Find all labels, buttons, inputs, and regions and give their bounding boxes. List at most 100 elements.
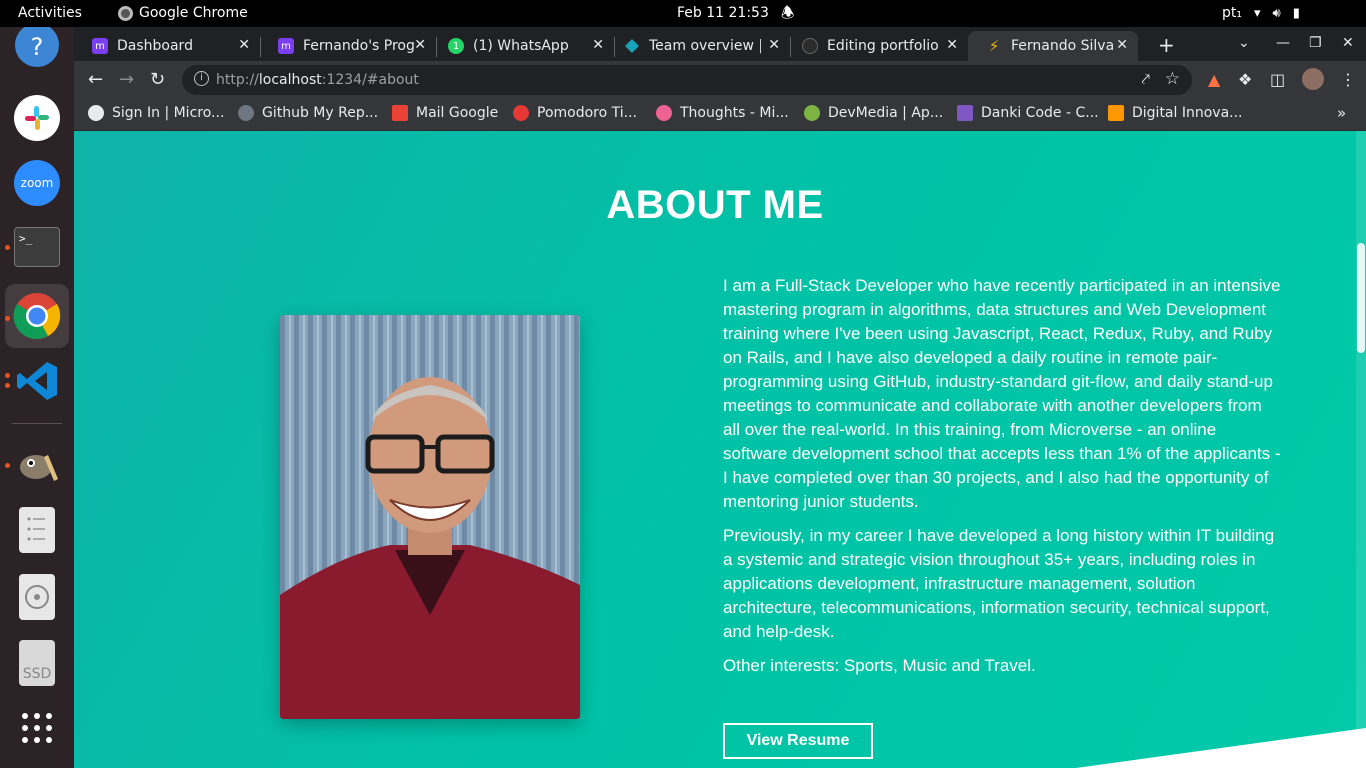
tab-progress[interactable]: m Fernando's Prog ✕ [260,31,436,61]
tab-fernando-silva-active[interactable]: ⚡︎ Fernando Silva | ✕ [968,31,1138,61]
gimp-icon[interactable] [14,439,60,485]
bookmark-star-icon[interactable]: ☆ [1165,69,1180,89]
microverse-icon: m [278,38,294,54]
ssd-icon[interactable]: SSD [19,640,55,686]
bookmark-item[interactable]: DevMedia | Ap... [804,105,943,121]
tab-title: Dashboard [117,38,193,54]
tab-title: Fernando Silva | [1011,38,1117,54]
bio-paragraph: Previously, in my career I have develope… [723,526,1275,641]
tab-title: (1) WhatsApp [473,38,569,54]
clock[interactable]: Feb 11 21:53 [677,5,769,21]
profile-avatar[interactable] [1302,68,1324,90]
slack-icon[interactable] [14,95,60,141]
microverse-icon: m [92,38,108,54]
view-resume-button[interactable]: View Resume [723,723,873,759]
forward-button[interactable]: → [119,69,134,90]
running-indicator [5,383,10,388]
scrollbar-thumb[interactable] [1357,243,1365,353]
dock-separator [12,423,62,424]
tab-whatsapp[interactable]: 1 (1) WhatsApp ✕ [430,31,614,61]
thoughts-icon [656,105,672,121]
ssd-label: SSD [22,666,52,682]
disk-icon[interactable] [19,574,55,620]
files-icon[interactable] [19,507,55,553]
code-icon [957,105,973,121]
bookmark-item[interactable]: Digital Innova... [1108,105,1243,121]
bookmark-item[interactable]: Pomodoro Ti... [513,105,637,121]
zoom-icon[interactable]: zoom [14,160,60,206]
extension-icon[interactable]: ▲ [1208,70,1220,89]
bio-text: I am a Full-Stack Developer who have rec… [723,274,1283,688]
section-divider [1076,728,1366,768]
maximize-button[interactable]: ❐ [1309,35,1322,51]
page-scrollbar[interactable] [1356,131,1366,768]
bookmark-item[interactable]: Danki Code - C... [957,105,1099,121]
address-bar[interactable]: i http://localhost:1234/#about ⤤ ☆ [182,65,1192,95]
battery-icon[interactable]: ▮ [1293,6,1300,21]
close-icon[interactable]: ✕ [946,37,958,53]
diamond-icon [624,38,640,54]
github-icon [238,105,254,121]
dock: ? zoom >_ SSD [0,27,74,768]
activities-button[interactable]: Activities [18,5,82,21]
section-title: ABOUT ME [606,183,824,227]
lightning-icon: ⚡︎ [988,37,1000,55]
chrome-dock-item[interactable] [5,284,69,348]
bookmark-item[interactable]: Sign In | Micro... [88,105,224,121]
back-button[interactable]: ← [88,69,103,90]
zoom-label: zoom [20,176,54,190]
close-icon[interactable]: ✕ [238,37,250,53]
new-tab-button[interactable]: + [1158,33,1175,57]
system-tray[interactable]: pt₁ ▾ 🔊︎ ▮ [1222,5,1300,21]
side-panel-icon[interactable]: ◫ [1270,70,1285,89]
tab-search-chevron-icon[interactable]: ⌄ [1238,35,1250,51]
close-icon[interactable]: ✕ [592,37,604,53]
browser-toolbar: ← → ↻ i http://localhost:1234/#about ⤤ ☆… [74,61,1366,98]
bookmarks-bar: Sign In | Micro... Github My Rep... Mail… [74,98,1366,131]
page-viewport[interactable]: ABOUT ME I am a Full-Stack Developer who [74,131,1366,768]
tab-dashboard[interactable]: m Dashboard ✕ [74,31,260,61]
chrome-mini-icon [118,5,133,21]
svg-text:?: ? [31,33,44,61]
reload-button[interactable]: ↻ [150,69,165,90]
url-text[interactable]: http://localhost:1234/#about [216,72,419,88]
extensions-puzzle-icon[interactable]: ❖ [1238,70,1252,89]
volume-icon[interactable]: 🔊︎ [1273,6,1281,21]
tab-strip: m Dashboard ✕ m Fernando's Prog ✕ 1 (1) … [74,27,1366,61]
app-name: Google Chrome [139,5,248,21]
app-menu[interactable]: Google Chrome [118,5,248,21]
running-indicator [5,463,10,468]
bio-paragraph: I am a Full-Stack Developer who have rec… [723,276,1281,511]
whatsapp-icon: 1 [448,38,464,54]
bookmark-item[interactable]: Mail Google [392,105,498,121]
bookmark-item[interactable]: Github My Rep... [238,105,378,121]
window-close-button[interactable]: ✕ [1342,35,1354,51]
system-top-bar: Activities Google Chrome Feb 11 21:53 🕭︎… [0,0,1366,27]
running-indicator [5,373,10,378]
profile-photo [280,315,580,719]
close-icon[interactable]: ✕ [1116,37,1128,53]
github-icon [802,38,818,54]
keyboard-layout[interactable]: pt₁ [1222,5,1242,21]
close-icon[interactable]: ✕ [768,37,780,53]
close-icon[interactable]: ✕ [414,37,426,53]
notification-bell-icon[interactable]: 🕭︎ [781,3,794,28]
minimize-button[interactable]: — [1276,35,1290,51]
wifi-icon[interactable]: ▾ [1254,6,1261,21]
tab-title: Team overview | [649,38,761,54]
globe-icon [88,105,104,121]
info-icon[interactable]: i [194,71,209,86]
chrome-menu-icon[interactable]: ⋮ [1340,70,1356,89]
bookmark-item[interactable]: Thoughts - Mi... [656,105,789,121]
share-icon[interactable]: ⤤ [1142,70,1150,88]
vscode-icon[interactable] [14,358,60,404]
terminal-icon[interactable]: >_ [14,227,60,267]
help-icon[interactable]: ? [14,27,60,71]
show-apps-icon[interactable] [14,705,60,751]
tab-team-overview[interactable]: Team overview | ✕ [606,31,790,61]
bookmarks-overflow-icon[interactable]: » [1337,104,1346,122]
tab-editing-portfolio[interactable]: Editing portfolio ✕ [784,31,968,61]
gmail-icon [392,105,408,121]
bio-paragraph: Other interests: Sports, Music and Trave… [723,656,1036,675]
terminal-label: >_ [19,232,33,245]
